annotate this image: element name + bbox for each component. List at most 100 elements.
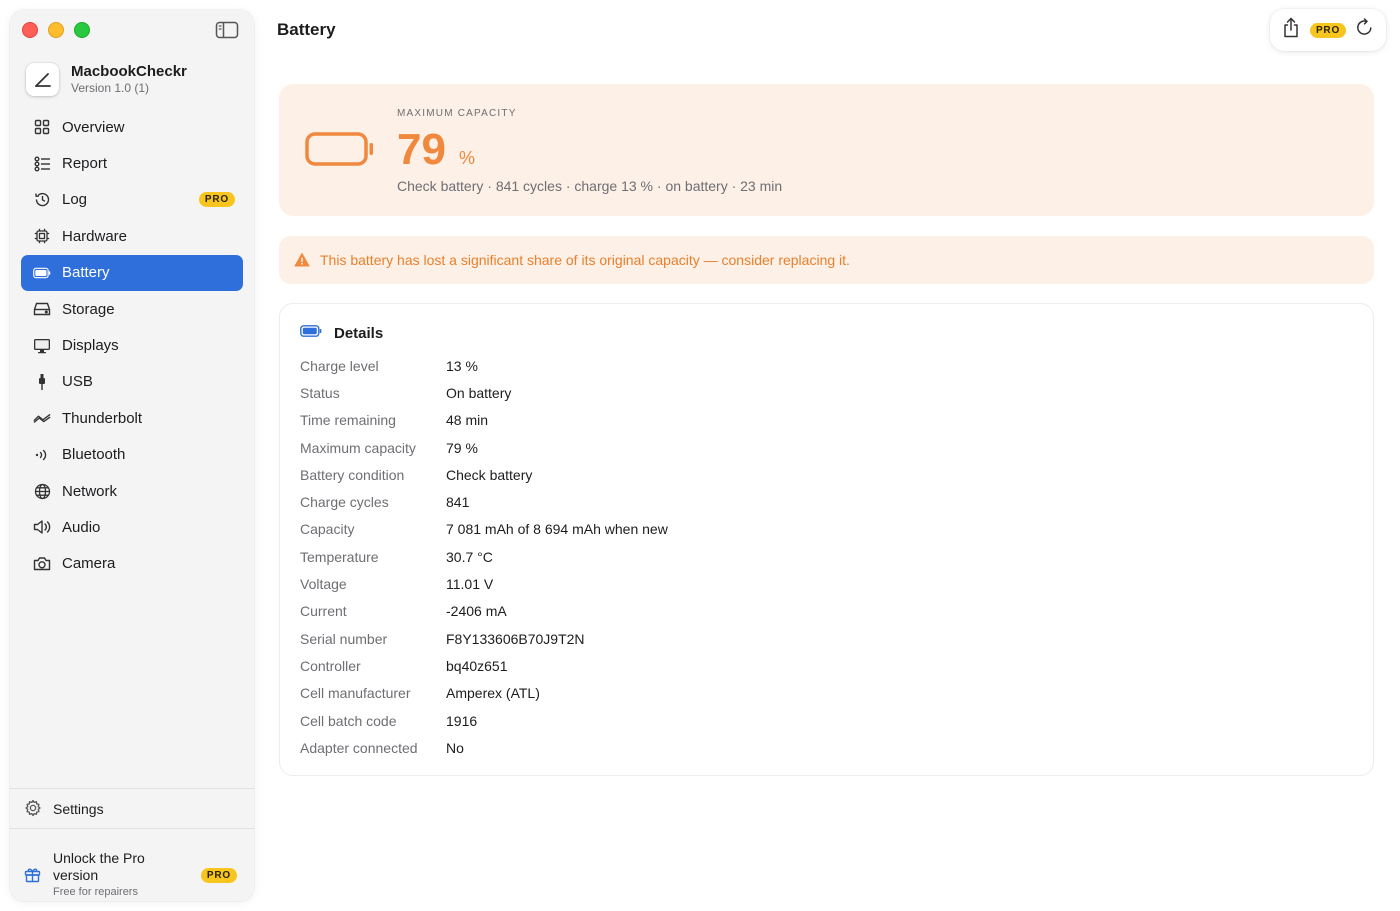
detail-key: Charge level [300,357,379,374]
share-button[interactable] [1280,17,1302,43]
camera-icon [33,555,51,573]
detail-value: No [446,739,464,756]
page-title: Battery [277,20,336,39]
detail-row: Serial number F8Y133606B70J9T2N [300,625,668,652]
detail-value: 48 min [446,412,489,429]
details-title: Details [334,324,384,342]
detail-row: Status On battery [300,379,668,406]
details-header: Details [300,324,383,342]
unlock-pro-button[interactable]: Unlock the Pro version Free for repairer… [24,840,240,902]
drive-icon [33,300,51,318]
detail-key: Adapter connected [300,739,418,756]
zoom-window-button[interactable] [74,22,90,38]
detail-row: Voltage 11.01 V [300,570,668,597]
sidebar-item-label: Camera [62,555,116,573]
detail-row: Battery condition Check battery [300,461,668,488]
minimize-window-button[interactable] [48,22,64,38]
detail-value: On battery [446,384,512,401]
detail-value: Check battery [446,466,533,483]
detail-value: F8Y133606B70J9T2N [446,630,585,647]
detail-row: Charge cycles 841 [300,488,668,515]
sidebar-item-label: Battery [62,264,110,282]
sidebar-toggle-icon[interactable] [215,21,239,39]
wireless-icon [33,446,51,464]
warning-triangle-icon [294,252,310,268]
cpu-icon [33,227,51,245]
sidebar: MacbookCheckr Version 1.0 (1) Overview R… [10,10,254,901]
detail-key: Voltage [300,576,347,593]
unlock-title: Unlock the Pro version [53,850,145,883]
detail-key: Temperature [300,548,379,565]
detail-key: Cell batch code [300,712,397,729]
sidebar-item-label: Storage [62,300,115,318]
detail-value: Amperex (ATL) [446,685,540,702]
pro-badge[interactable]: PRO [1309,22,1347,38]
sidebar-item-label: Report [62,155,108,173]
sidebar-item-audio[interactable]: Audio [21,509,243,545]
sidebar-nav: Overview Report Log PRO Hardware Battery… [21,109,243,582]
sidebar-item-overview[interactable]: Overview [21,109,243,145]
sidebar-item-label: Overview [62,118,125,136]
sidebar-item-storage[interactable]: Storage [21,291,243,327]
sidebar-item-bluetooth[interactable]: Bluetooth [21,437,243,473]
detail-value: 11.01 V [446,576,494,593]
refresh-icon [1355,18,1374,42]
detail-value: 13 % [446,357,478,374]
sidebar-item-displays[interactable]: Displays [21,327,243,363]
detail-row: Cell manufacturer Amperex (ATL) [300,680,668,707]
detail-key: Cell manufacturer [300,685,411,702]
app-version: Version 1.0 (1) [71,81,150,95]
battery-large-icon [305,132,375,173]
warning-text: This battery has lost a significant shar… [320,252,850,268]
sidebar-item-battery[interactable]: Battery [21,254,243,291]
capacity-unit: % [459,148,476,168]
detail-key: Maximum capacity [300,439,416,456]
capacity-label: MAXIMUM CAPACITY [397,108,517,119]
app-logo-icon [26,63,59,96]
sidebar-item-label: Bluetooth [62,446,126,464]
detail-key: Status [300,384,340,401]
detail-key: Serial number [300,630,388,647]
detail-key: Current [300,603,347,620]
detail-value: 841 [446,494,470,511]
app-name: MacbookCheckr [71,63,187,80]
sidebar-item-report[interactable]: Report [21,145,243,181]
unlock-subtitle: Free for repairers [53,886,138,898]
sidebar-item-label: Thunderbolt [62,409,143,427]
thunderbolt-icon [33,409,51,427]
detail-key: Battery condition [300,466,405,483]
share-icon [1282,17,1300,43]
window-controls [22,22,90,38]
settings-button[interactable]: Settings [24,796,112,822]
close-window-button[interactable] [22,22,38,38]
sidebar-item-label: Log [62,191,88,209]
sidebar-item-log[interactable]: Log PRO [21,182,243,218]
speaker-icon [33,518,51,536]
battery-icon [33,264,51,282]
sidebar-item-label: Network [62,482,118,500]
sidebar-item-thunderbolt[interactable]: Thunderbolt [21,400,243,436]
globe-icon [33,482,51,500]
grid-icon [33,118,51,136]
settings-label: Settings [53,801,104,817]
detail-key: Capacity [300,521,355,538]
sidebar-item-network[interactable]: Network [21,473,243,509]
sidebar-item-usb[interactable]: USB [21,364,243,400]
app-header: MacbookCheckr Version 1.0 (1) [26,63,187,96]
detail-key: Controller [300,657,361,674]
detail-value: 1916 [446,712,478,729]
sidebar-divider [10,788,254,789]
sidebar-item-hardware[interactable]: Hardware [21,218,243,254]
sidebar-item-camera[interactable]: Camera [21,546,243,582]
detail-row: Charge level 13 % [300,352,668,379]
detail-key: Charge cycles [300,494,389,511]
refresh-button[interactable] [1354,18,1376,42]
list-icon [33,155,51,173]
capacity-value: 79 [397,125,446,174]
capacity-card: MAXIMUM CAPACITY 79 % Check battery · 84… [279,84,1374,216]
detail-key: Time remaining [300,412,396,429]
capacity-summary: Check battery · 841 cycles · charge 13 %… [397,178,783,194]
toolbar: PRO [1270,9,1386,51]
sidebar-item-label: Audio [62,518,101,536]
pro-badge: PRO [198,192,235,208]
